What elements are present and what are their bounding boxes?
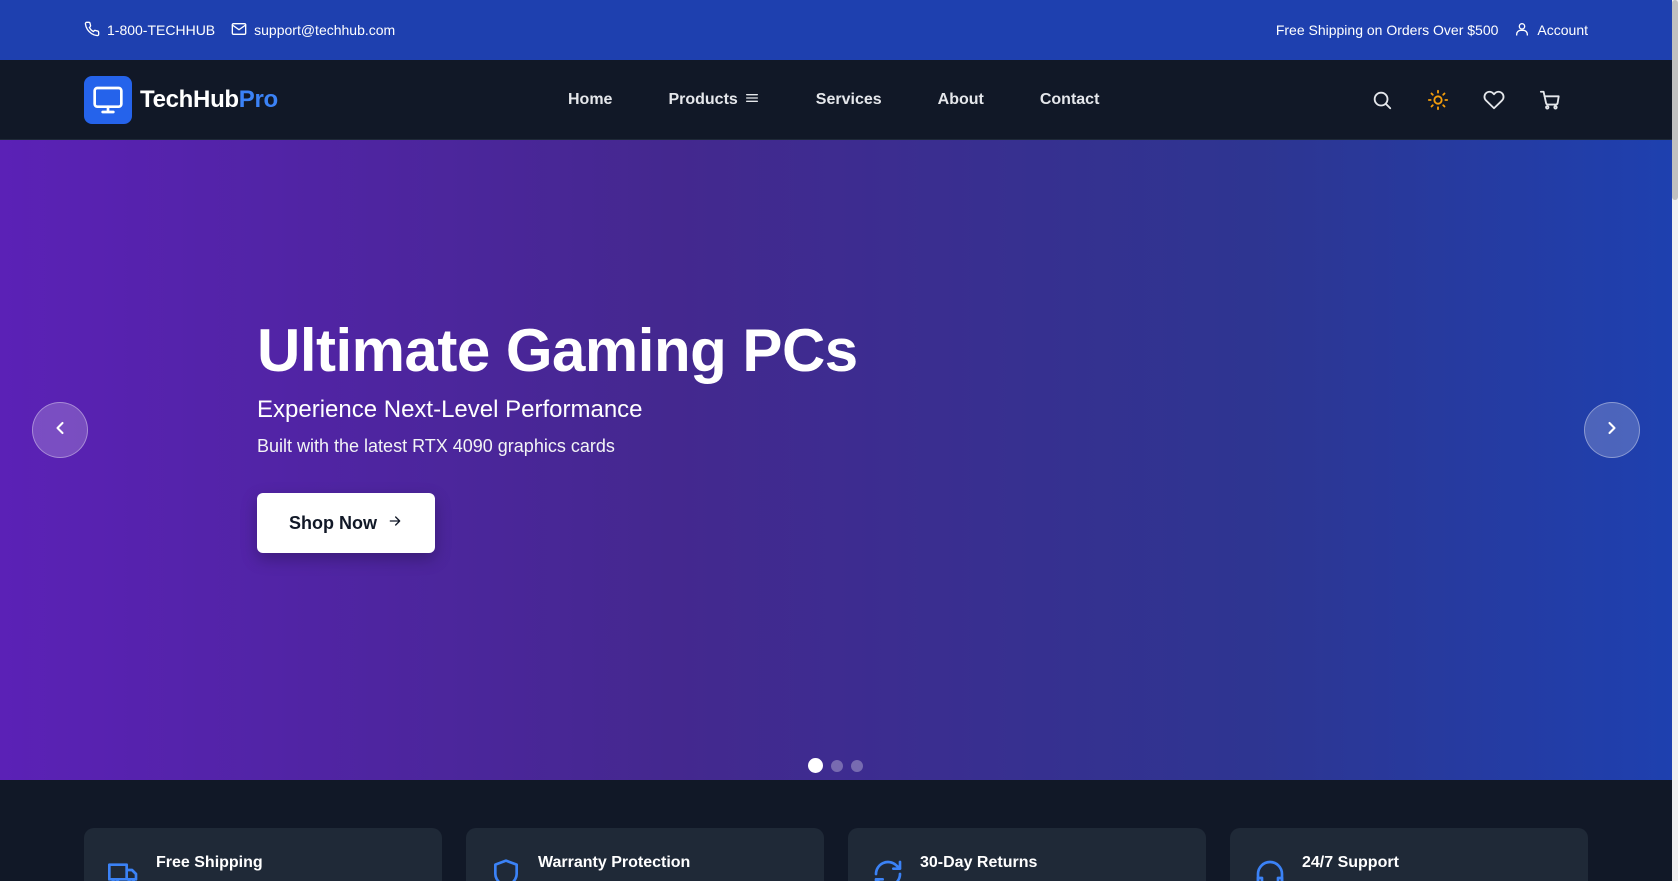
account-label: Account (1537, 22, 1588, 38)
mail-icon (231, 21, 247, 40)
nav-menu: Home Products Services About Contact (568, 60, 1155, 140)
phone-text: 1-800-TECHHUB (107, 22, 216, 38)
feature-title: 30-Day Returns (920, 854, 1038, 871)
feature-card: 24/7 Support (1230, 828, 1588, 881)
carousel-dot-2[interactable] (831, 759, 843, 772)
feature-title: Free Shipping (156, 854, 263, 871)
nav-contact-label: Contact (1039, 91, 1100, 108)
user-icon (1514, 21, 1530, 40)
chevron-left-icon (50, 418, 70, 443)
features-row: Free Shipping Warranty Protection 30-Day… (84, 828, 1588, 881)
brand-main: TechHub (140, 86, 239, 113)
refresh-icon (872, 858, 904, 881)
nav-contact[interactable]: Contact (1040, 91, 1100, 109)
truck-icon (108, 858, 140, 881)
phone-icon (84, 21, 100, 40)
account-link[interactable]: Account (1514, 21, 1588, 40)
nav-products-label: Products (668, 91, 738, 108)
shield-icon (490, 858, 522, 881)
nav-about[interactable]: About (938, 91, 984, 109)
menu-icon (744, 90, 760, 111)
brand-suffix: Pro (238, 86, 278, 113)
nav-home[interactable]: Home (568, 91, 612, 109)
hero-carousel: Ultimate Gaming PCs Experience Next-Leve… (0, 140, 1672, 780)
feature-title: Warranty Protection (538, 854, 691, 871)
email-text: support@techhub.com (254, 22, 396, 38)
page-scrollbar[interactable] (1672, 0, 1678, 881)
brand-name: TechHubPro (140, 86, 278, 114)
feature-card: 30-Day Returns (848, 828, 1206, 881)
nav-about-label: About (937, 91, 984, 108)
top-bar-right: Free Shipping on Orders Over $500 Accoun… (1276, 0, 1588, 60)
arrow-right-icon (387, 513, 403, 534)
feature-title: 24/7 Support (1302, 854, 1399, 871)
carousel-dot-3[interactable] (851, 759, 863, 772)
carousel-dot-1[interactable] (808, 758, 823, 773)
contact-info: 1-800-TECHHUB support@techhub.com (84, 0, 395, 60)
feature-card: Warranty Protection (466, 828, 824, 881)
nav-home-label: Home (568, 91, 613, 108)
header-actions (1338, 60, 1562, 140)
search-icon[interactable] (1370, 88, 1394, 112)
logo[interactable]: TechHubPro (84, 76, 278, 124)
email-link[interactable]: support@techhub.com (231, 21, 395, 40)
nav-services-label: Services (815, 91, 882, 108)
sun-icon[interactable] (1426, 88, 1450, 112)
shop-now-label: Shop Now (289, 512, 377, 533)
feature-card: Free Shipping (84, 828, 442, 881)
monitor-icon (84, 76, 132, 124)
carousel-indicators (808, 758, 863, 773)
chevron-right-icon (1602, 418, 1622, 443)
headphones-icon (1254, 858, 1286, 881)
hero-description: Built with the latest RTX 4090 graphics … (257, 436, 615, 456)
nav-products[interactable]: Products (668, 90, 759, 111)
carousel-prev-button[interactable] (32, 402, 88, 458)
shipping-notice: Free Shipping on Orders Over $500 (1275, 22, 1499, 38)
carousel-next-button[interactable] (1584, 402, 1640, 458)
cart-icon[interactable] (1538, 88, 1562, 112)
nav-services[interactable]: Services (816, 91, 882, 109)
shop-now-button[interactable]: Shop Now (257, 493, 435, 553)
scrollbar-thumb[interactable] (1672, 0, 1678, 200)
main-nav: TechHubPro Home Products Services About … (0, 60, 1672, 140)
hero-title: Ultimate Gaming PCs (257, 317, 858, 384)
phone-link[interactable]: 1-800-TECHHUB (84, 21, 215, 40)
hero-content: Ultimate Gaming PCs Experience Next-Leve… (257, 318, 858, 553)
heart-icon[interactable] (1482, 88, 1506, 112)
top-bar: 1-800-TECHHUB support@techhub.com Free S… (0, 0, 1672, 60)
hero-subtitle: Experience Next-Level Performance (257, 396, 643, 423)
